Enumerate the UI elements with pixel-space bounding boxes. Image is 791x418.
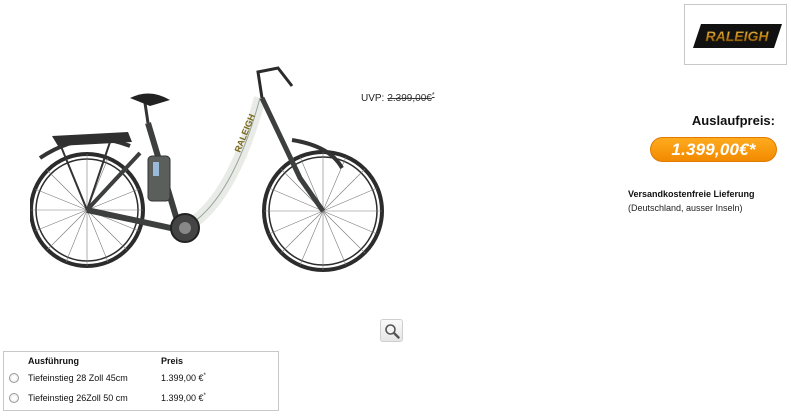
uvp-old-price: 2.399,00€* — [387, 92, 435, 104]
shipping-note: (Deutschland, ausser Inseln) — [628, 203, 743, 213]
column-header-variant: Ausführung — [28, 356, 79, 366]
magnifier-icon — [385, 324, 400, 339]
variant-radio[interactable] — [9, 393, 19, 403]
uvp-price: UVP: 2.399,00€* — [361, 92, 435, 104]
variant-radio[interactable] — [9, 373, 19, 383]
variant-name: Tiefeinstieg 26Zoll 50 cm — [28, 393, 128, 403]
variant-name: Tiefeinstieg 28 Zoll 45cm — [28, 373, 128, 383]
uvp-label: UVP: — [361, 93, 385, 104]
raleigh-logo: RALEIGH — [693, 24, 782, 48]
svg-text:RALEIGH: RALEIGH — [706, 28, 770, 44]
brand-logo[interactable]: RALEIGH — [684, 4, 787, 65]
product-image[interactable]: RALEIGH — [29, 58, 390, 280]
table-row[interactable]: Tiefeinstieg 28 Zoll 45cm 1.399,00 €* — [4, 370, 278, 388]
column-header-price: Preis — [161, 356, 184, 366]
sale-price-badge: 1.399,00€* — [650, 137, 777, 162]
table-row[interactable]: Tiefeinstieg 26Zoll 50 cm 1.399,00 €* — [4, 390, 278, 408]
variant-price: 1.399,00 €* — [161, 393, 206, 403]
variant-price: 1.399,00 €* — [161, 373, 206, 383]
sale-label: Auslaufpreis: — [691, 113, 775, 128]
shipping-title: Versandkostenfreie Lieferung — [628, 189, 755, 199]
variant-table: Ausführung Preis Tiefeinstieg 28 Zoll 45… — [3, 351, 279, 411]
zoom-button[interactable] — [380, 319, 403, 342]
